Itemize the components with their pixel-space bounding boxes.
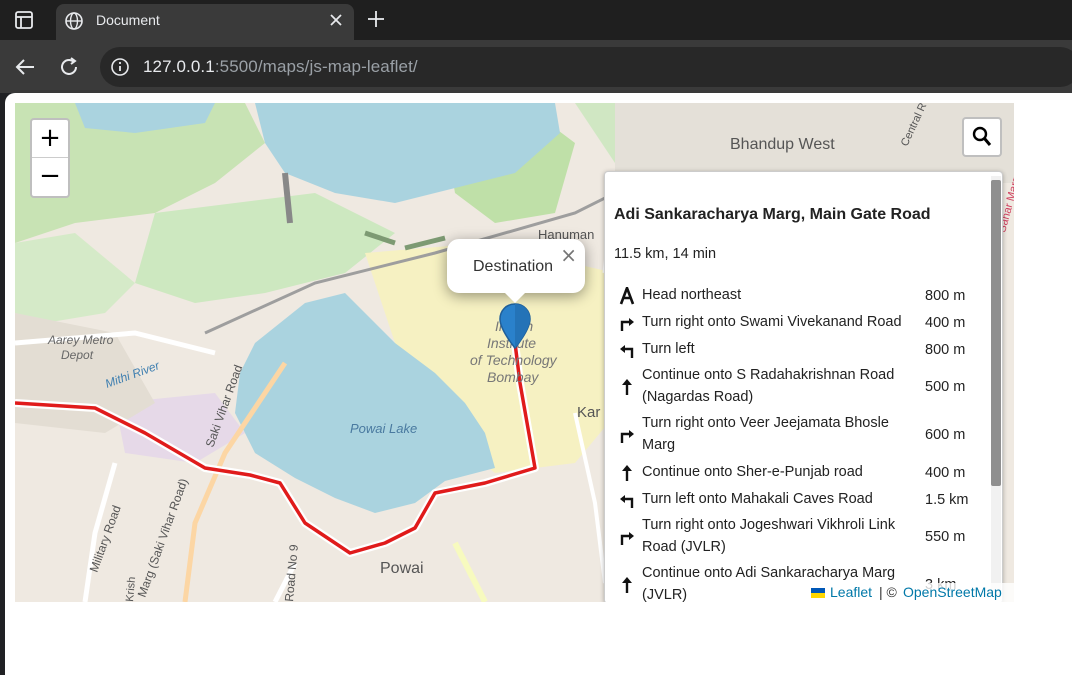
browser-tab[interactable]: Document <box>56 4 354 40</box>
turn-left-icon <box>618 491 636 509</box>
instruction-list: Head northeast 800 m Turn right onto Swami… <box>605 282 995 602</box>
instruction-distance: 400 m <box>925 314 966 331</box>
route-summary: 11.5 km, 14 min <box>614 246 717 262</box>
reload-icon[interactable] <box>58 56 80 78</box>
attribution-separator: | © <box>879 584 897 600</box>
popup-text: Destination <box>473 258 554 275</box>
routing-instructions-panel[interactable]: Adi Sankaracharya Marg, Main Gate Road 1… <box>604 171 1003 602</box>
instruction-text: Turn left <box>642 341 695 357</box>
instruction-row[interactable]: Turn right onto Jogeshwari Vikhroli Link… <box>605 513 995 561</box>
instruction-text: Continue onto S Radahakrishnan Road (Nag… <box>642 367 895 405</box>
map-label-iit-4: Bombay <box>487 369 539 385</box>
instruction-distance: 500 m <box>925 379 966 395</box>
map-attribution: Leaflet | © OpenStreetMap <box>805 583 1014 602</box>
instruction-row[interactable]: Turn right onto Swami Vivekanand Road 400… <box>605 309 995 336</box>
route-name: Adi Sankaracharya Marg, Main Gate Road <box>614 206 931 223</box>
new-tab-icon[interactable] <box>366 9 386 29</box>
instruction-row[interactable]: Head northeast 800 m <box>605 282 995 309</box>
tab-strip: Document <box>0 0 1072 40</box>
instruction-row[interactable]: Continue onto S Radahakrishnan Road (Nag… <box>605 363 995 411</box>
leaflet-link[interactable]: Leaflet <box>830 584 872 600</box>
instruction-text: Head northeast <box>642 287 742 303</box>
map-label-krish: Krish <box>124 576 138 602</box>
depart-icon <box>618 283 636 305</box>
search-icon <box>972 126 992 146</box>
close-tab-icon[interactable] <box>328 12 344 28</box>
instruction-distance: 600 m <box>925 427 966 443</box>
popup-tip <box>503 291 527 303</box>
instruction-row[interactable]: Turn left 800 m <box>605 336 995 363</box>
url-path: :5500/maps/js-map-leaflet/ <box>214 57 418 76</box>
back-arrow-icon[interactable] <box>14 56 36 78</box>
turn-right-icon <box>618 426 636 444</box>
instruction-row[interactable]: Turn left onto Mahakali Caves Road 1.5 km <box>605 486 995 513</box>
turn-right-icon <box>618 314 636 332</box>
popup-close-button[interactable]: × <box>560 243 577 267</box>
map-label-powai: Powai <box>380 560 424 577</box>
map-label-bhandup: Bhandup West <box>730 136 835 153</box>
destination-popup: Destination × <box>447 239 585 303</box>
map-label-aarey: Aarey Metro <box>47 333 114 347</box>
url-text: 127.0.0.1:5500/maps/js-map-leaflet/ <box>143 57 418 77</box>
tab-actions-icon[interactable] <box>14 10 34 30</box>
instruction-distance: 400 m <box>925 464 966 481</box>
map-label-kar: Kar <box>577 404 600 421</box>
osm-link[interactable]: OpenStreetMap <box>903 584 1002 600</box>
instruction-text: Turn left onto Mahakali Caves Road <box>642 491 873 507</box>
instruction-text: Continue onto Sher-e-Punjab road <box>642 464 863 480</box>
url-host: 127.0.0.1 <box>143 57 215 76</box>
geocoder-search-button[interactable] <box>962 117 1002 157</box>
instruction-distance: 800 m <box>925 341 966 358</box>
globe-icon <box>65 12 83 30</box>
map-label-depot: Depot <box>61 348 94 362</box>
instruction-distance: 800 m <box>925 287 966 304</box>
instruction-text: Turn right onto Swami Vivekanand Road <box>642 314 902 330</box>
zoom-out-button[interactable]: − <box>32 158 68 195</box>
straight-icon <box>618 378 636 396</box>
instruction-row[interactable]: Continue onto Sher-e-Punjab road 400 m <box>605 459 995 486</box>
instruction-row[interactable]: Turn right onto Veer Jeejamata Bhosle Ma… <box>605 411 995 459</box>
turn-right-icon <box>618 528 636 546</box>
address-bar[interactable]: 127.0.0.1:5500/maps/js-map-leaflet/ <box>100 47 1072 87</box>
tab-title: Document <box>96 12 160 28</box>
ukraine-flag-icon <box>811 588 825 598</box>
instruction-distance: 1.5 km <box>925 491 969 508</box>
straight-icon <box>618 576 636 594</box>
site-info-icon[interactable] <box>110 57 130 77</box>
instruction-text: Turn right onto Veer Jeejamata Bhosle Ma… <box>642 415 889 453</box>
straight-icon <box>618 464 636 482</box>
map-label-lake: Powai Lake <box>350 421 417 436</box>
turn-left-icon <box>618 341 636 359</box>
map-pin-icon[interactable] <box>499 303 531 349</box>
zoom-control: + − <box>30 118 70 198</box>
instruction-distance: 550 m <box>925 529 966 545</box>
map-view[interactable]: Bhandup West Hanuman Aarey Metro Depot M… <box>15 103 1014 602</box>
browser-toolbar: 127.0.0.1:5500/maps/js-map-leaflet/ <box>0 40 1072 93</box>
zoom-in-button[interactable]: + <box>32 120 68 158</box>
panel-scrollbar-thumb[interactable] <box>991 180 1001 486</box>
map-label-iit-3: of Technology <box>470 352 558 368</box>
instruction-text: Turn right onto Jogeshwari Vikhroli Link… <box>642 517 896 555</box>
